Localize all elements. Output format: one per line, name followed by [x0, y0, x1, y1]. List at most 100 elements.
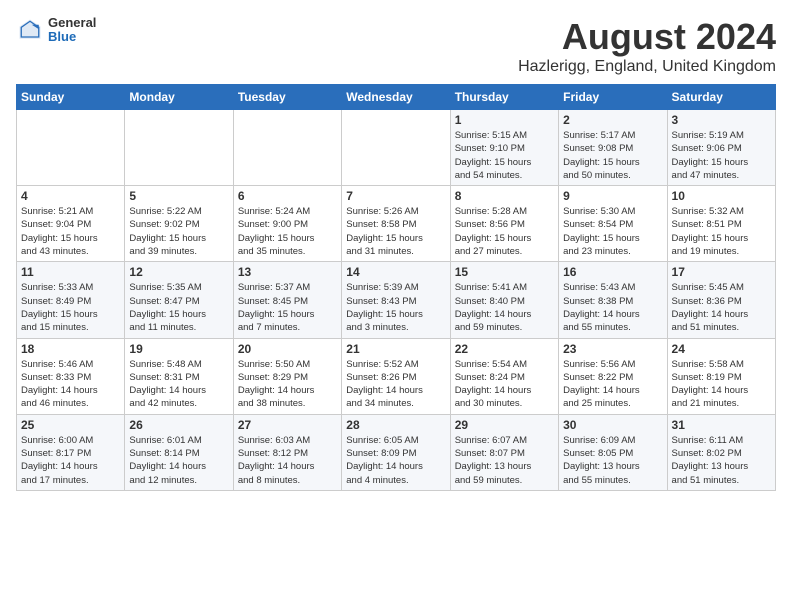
weekday-header-wednesday: Wednesday [342, 85, 450, 110]
day-info: Sunrise: 5:37 AMSunset: 8:45 PMDaylight:… [238, 281, 337, 334]
logo-general-text: General [48, 16, 96, 30]
day-info: Sunrise: 6:09 AMSunset: 8:05 PMDaylight:… [563, 434, 662, 487]
day-number: 7 [346, 189, 445, 203]
week-row-3: 11 Sunrise: 5:33 AMSunset: 8:49 PMDayligh… [17, 262, 776, 338]
day-info: Sunrise: 5:56 AMSunset: 8:22 PMDaylight:… [563, 358, 662, 411]
day-cell: 30 Sunrise: 6:09 AMSunset: 8:05 PMDayligh… [559, 414, 667, 490]
day-cell: 12 Sunrise: 5:35 AMSunset: 8:47 PMDayligh… [125, 262, 233, 338]
day-info: Sunrise: 5:48 AMSunset: 8:31 PMDaylight:… [129, 358, 228, 411]
day-number: 28 [346, 418, 445, 432]
weekday-header-saturday: Saturday [667, 85, 775, 110]
day-cell: 25 Sunrise: 6:00 AMSunset: 8:17 PMDayligh… [17, 414, 125, 490]
day-number: 15 [455, 265, 554, 279]
day-number: 30 [563, 418, 662, 432]
day-number: 5 [129, 189, 228, 203]
day-cell: 15 Sunrise: 5:41 AMSunset: 8:40 PMDayligh… [450, 262, 558, 338]
day-info: Sunrise: 6:11 AMSunset: 8:02 PMDaylight:… [672, 434, 771, 487]
day-number: 1 [455, 113, 554, 127]
main-title: August 2024 [518, 16, 776, 58]
week-row-4: 18 Sunrise: 5:46 AMSunset: 8:33 PMDayligh… [17, 338, 776, 414]
day-number: 9 [563, 189, 662, 203]
day-info: Sunrise: 5:35 AMSunset: 8:47 PMDaylight:… [129, 281, 228, 334]
day-cell: 10 Sunrise: 5:32 AMSunset: 8:51 PMDayligh… [667, 186, 775, 262]
day-cell: 23Sunrise: 5:56 AMSunset: 8:22 PMDayligh… [559, 338, 667, 414]
week-row-1: 1Sunrise: 5:15 AMSunset: 9:10 PMDaylight… [17, 110, 776, 186]
day-number: 16 [563, 265, 662, 279]
day-info: Sunrise: 6:03 AMSunset: 8:12 PMDaylight:… [238, 434, 337, 487]
day-cell: 16Sunrise: 5:43 AMSunset: 8:38 PMDayligh… [559, 262, 667, 338]
day-cell: 20Sunrise: 5:50 AMSunset: 8:29 PMDayligh… [233, 338, 341, 414]
day-info: Sunrise: 5:32 AMSunset: 8:51 PMDaylight:… [672, 205, 771, 258]
week-row-5: 25 Sunrise: 6:00 AMSunset: 8:17 PMDayligh… [17, 414, 776, 490]
day-number: 29 [455, 418, 554, 432]
page-header: General Blue August 2024 Hazlerigg, Engl… [16, 16, 776, 76]
day-number: 26 [129, 418, 228, 432]
day-number: 10 [672, 189, 771, 203]
weekday-header-friday: Friday [559, 85, 667, 110]
day-cell [233, 110, 341, 186]
day-info: Sunrise: 5:41 AMSunset: 8:40 PMDaylight:… [455, 281, 554, 334]
day-info: Sunrise: 5:24 AMSunset: 9:00 PMDaylight:… [238, 205, 337, 258]
day-number: 24 [672, 342, 771, 356]
day-cell: 21 Sunrise: 5:52 AMSunset: 8:26 PMDayligh… [342, 338, 450, 414]
title-block: August 2024 Hazlerigg, England, United K… [518, 16, 776, 76]
day-cell: 11 Sunrise: 5:33 AMSunset: 8:49 PMDayligh… [17, 262, 125, 338]
day-cell: 8 Sunrise: 5:28 AMSunset: 8:56 PMDaylight… [450, 186, 558, 262]
day-info: Sunrise: 6:00 AMSunset: 8:17 PMDaylight:… [21, 434, 120, 487]
day-number: 31 [672, 418, 771, 432]
day-number: 17 [672, 265, 771, 279]
day-cell: 27Sunrise: 6:03 AMSunset: 8:12 PMDayligh… [233, 414, 341, 490]
day-number: 8 [455, 189, 554, 203]
day-cell: 24 Sunrise: 5:58 AMSunset: 8:19 PMDayligh… [667, 338, 775, 414]
day-info: Sunrise: 5:46 AMSunset: 8:33 PMDaylight:… [21, 358, 120, 411]
day-info: Sunrise: 6:07 AMSunset: 8:07 PMDaylight:… [455, 434, 554, 487]
day-info: Sunrise: 5:28 AMSunset: 8:56 PMDaylight:… [455, 205, 554, 258]
day-cell [342, 110, 450, 186]
day-number: 19 [129, 342, 228, 356]
day-info: Sunrise: 5:21 AMSunset: 9:04 PMDaylight:… [21, 205, 120, 258]
weekday-header-tuesday: Tuesday [233, 85, 341, 110]
day-cell: 26 Sunrise: 6:01 AMSunset: 8:14 PMDayligh… [125, 414, 233, 490]
day-cell: 6 Sunrise: 5:24 AMSunset: 9:00 PMDaylight… [233, 186, 341, 262]
logo-icon [16, 16, 44, 44]
logo-blue-text: Blue [48, 30, 96, 44]
day-info: Sunrise: 5:39 AMSunset: 8:43 PMDaylight:… [346, 281, 445, 334]
day-number: 2 [563, 113, 662, 127]
day-cell: 9Sunrise: 5:30 AMSunset: 8:54 PMDaylight… [559, 186, 667, 262]
day-number: 12 [129, 265, 228, 279]
day-cell: 17 Sunrise: 5:45 AMSunset: 8:36 PMDayligh… [667, 262, 775, 338]
day-cell: 3Sunrise: 5:19 AMSunset: 9:06 PMDaylight… [667, 110, 775, 186]
day-number: 18 [21, 342, 120, 356]
day-cell: 5Sunrise: 5:22 AMSunset: 9:02 PMDaylight… [125, 186, 233, 262]
day-info: Sunrise: 5:52 AMSunset: 8:26 PMDaylight:… [346, 358, 445, 411]
day-cell: 2 Sunrise: 5:17 AMSunset: 9:08 PMDaylight… [559, 110, 667, 186]
weekday-header-monday: Monday [125, 85, 233, 110]
day-info: Sunrise: 5:45 AMSunset: 8:36 PMDaylight:… [672, 281, 771, 334]
day-info: Sunrise: 5:33 AMSunset: 8:49 PMDaylight:… [21, 281, 120, 334]
logo-text: General Blue [48, 16, 96, 45]
day-cell: 7 Sunrise: 5:26 AMSunset: 8:58 PMDaylight… [342, 186, 450, 262]
day-cell [125, 110, 233, 186]
weekday-header-thursday: Thursday [450, 85, 558, 110]
day-cell: 31 Sunrise: 6:11 AMSunset: 8:02 PMDayligh… [667, 414, 775, 490]
day-number: 4 [21, 189, 120, 203]
day-info: Sunrise: 5:17 AMSunset: 9:08 PMDaylight:… [563, 129, 662, 182]
day-info: Sunrise: 6:01 AMSunset: 8:14 PMDaylight:… [129, 434, 228, 487]
day-cell: 18 Sunrise: 5:46 AMSunset: 8:33 PMDayligh… [17, 338, 125, 414]
day-cell: 13 Sunrise: 5:37 AMSunset: 8:45 PMDayligh… [233, 262, 341, 338]
day-number: 25 [21, 418, 120, 432]
day-number: 22 [455, 342, 554, 356]
logo: General Blue [16, 16, 96, 45]
day-info: Sunrise: 5:50 AMSunset: 8:29 PMDaylight:… [238, 358, 337, 411]
day-info: Sunrise: 5:26 AMSunset: 8:58 PMDaylight:… [346, 205, 445, 258]
day-number: 11 [21, 265, 120, 279]
calendar-table: SundayMondayTuesdayWednesdayThursdayFrid… [16, 84, 776, 491]
day-number: 13 [238, 265, 337, 279]
day-info: Sunrise: 5:19 AMSunset: 9:06 PMDaylight:… [672, 129, 771, 182]
day-number: 21 [346, 342, 445, 356]
week-row-2: 4 Sunrise: 5:21 AMSunset: 9:04 PMDaylight… [17, 186, 776, 262]
day-info: Sunrise: 5:58 AMSunset: 8:19 PMDaylight:… [672, 358, 771, 411]
day-number: 6 [238, 189, 337, 203]
day-info: Sunrise: 6:05 AMSunset: 8:09 PMDaylight:… [346, 434, 445, 487]
day-cell: 4 Sunrise: 5:21 AMSunset: 9:04 PMDaylight… [17, 186, 125, 262]
